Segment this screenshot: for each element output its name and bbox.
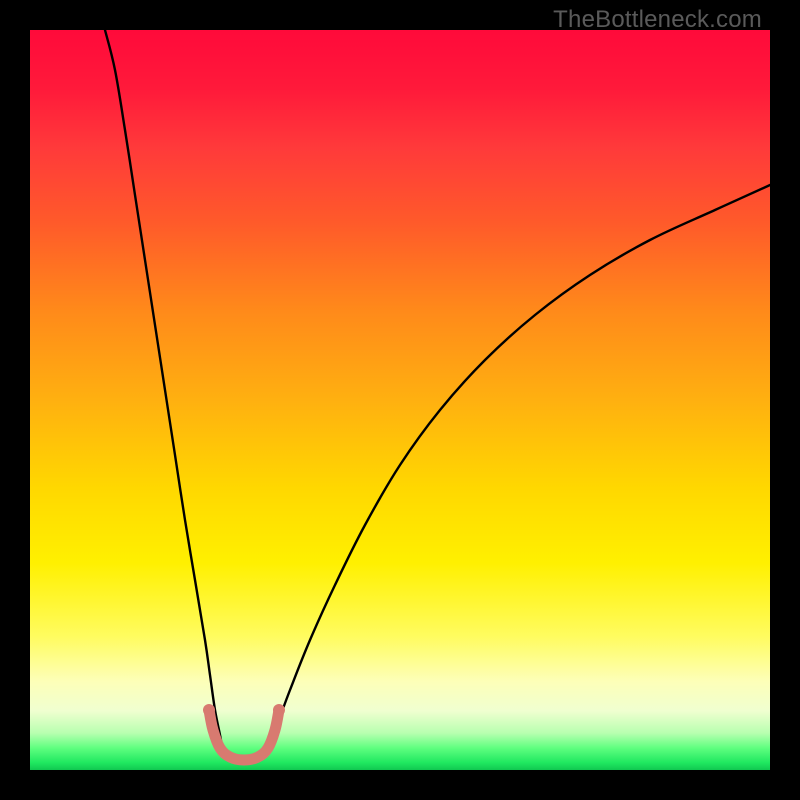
valley-bump-curve — [209, 710, 279, 760]
chart-plot-area — [30, 30, 770, 770]
valley-bump-endpoint-right — [273, 704, 285, 716]
right-curve — [265, 185, 770, 752]
watermark-text: TheBottleneck.com — [553, 6, 762, 34]
valley-bump-endpoint-left — [203, 704, 215, 716]
left-curve — [105, 30, 223, 752]
chart-curves-svg — [30, 30, 770, 770]
